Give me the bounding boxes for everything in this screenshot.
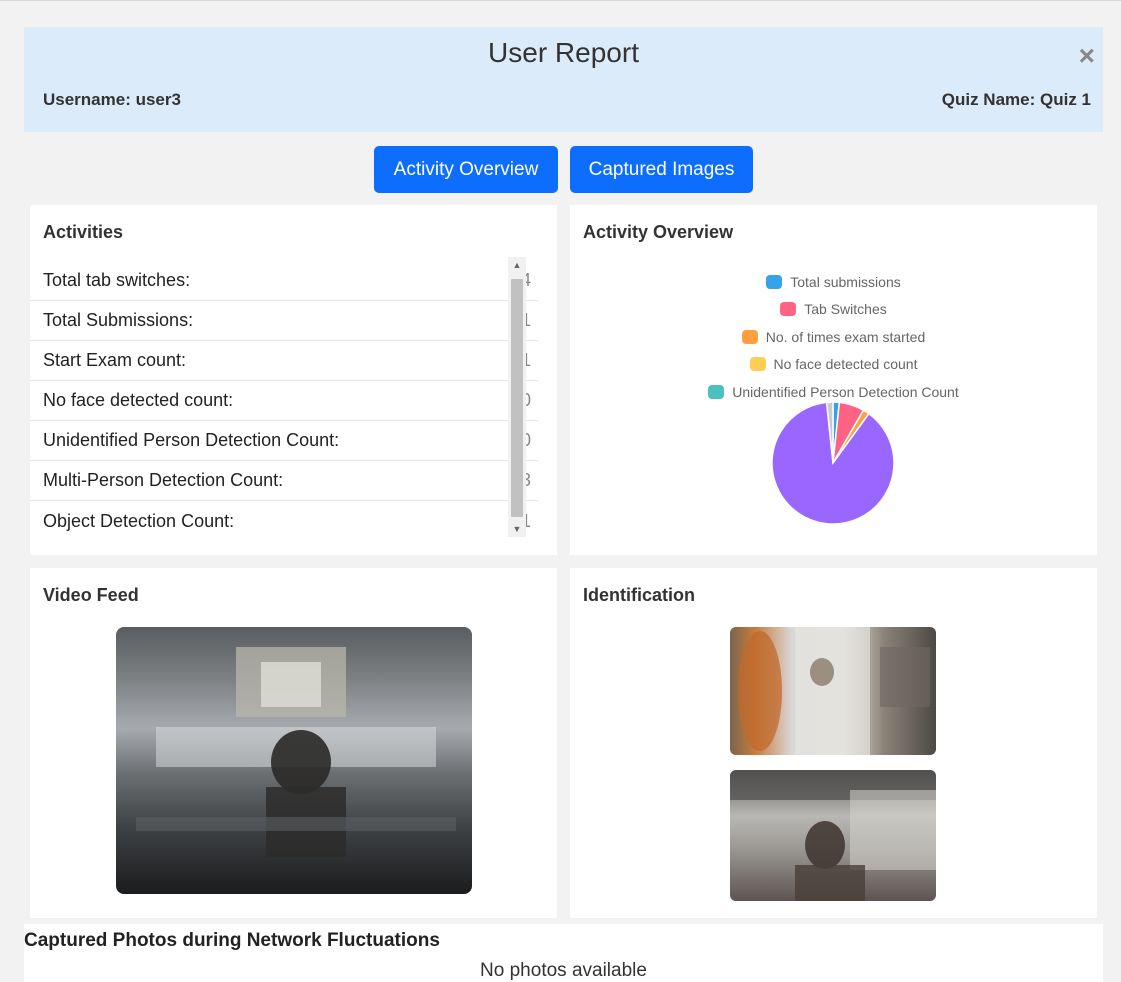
legend-item[interactable]: No face detected count bbox=[570, 351, 1097, 379]
legend-item[interactable]: No. of times exam started bbox=[570, 323, 1097, 351]
activity-overview-title: Activity Overview bbox=[583, 222, 734, 242]
chart-legend: Total submissions Tab Switches No. of time… bbox=[570, 268, 1097, 406]
activity-label: Total tab switches: bbox=[43, 270, 191, 290]
identification-image bbox=[730, 770, 936, 901]
activity-label: No face detected count: bbox=[43, 390, 234, 410]
no-photos-message: No photos available bbox=[480, 960, 647, 981]
activities-scrollbar[interactable]: ▲ ▼ bbox=[508, 257, 526, 537]
activity-label: Start Exam count: bbox=[43, 350, 187, 370]
legend-label: No. of times exam started bbox=[765, 328, 926, 345]
page-title: User Report bbox=[488, 37, 639, 68]
captured-photos-section: Captured Photos during Network Fluctuati… bbox=[24, 924, 1103, 982]
activity-label: Unidentified Person Detection Count: bbox=[43, 430, 340, 450]
activities-card: Activities Total tab switches:4Total Sub… bbox=[30, 205, 557, 555]
close-icon[interactable]: × bbox=[1079, 41, 1095, 71]
activity-label: Total Submissions: bbox=[43, 310, 194, 330]
scrollbar-thumb[interactable] bbox=[511, 279, 523, 517]
legend-label: Total submissions bbox=[790, 273, 901, 290]
identification-card: Identification bbox=[570, 568, 1097, 918]
scroll-down-arrow-icon[interactable]: ▼ bbox=[508, 521, 526, 537]
activity-row: Total tab switches:4 bbox=[30, 261, 538, 301]
activity-label: Object Detection Count: bbox=[43, 510, 235, 531]
legend-swatch bbox=[708, 384, 725, 399]
legend-swatch bbox=[749, 357, 766, 372]
video-feed-image bbox=[116, 627, 472, 894]
legend-label: No face detected count bbox=[773, 356, 918, 373]
activity-overview-card: Activity Overview Total submissions Tab S… bbox=[570, 205, 1097, 555]
username-label: Username: user3 bbox=[43, 90, 181, 109]
identification-image bbox=[730, 627, 936, 755]
legend-item[interactable]: Tab Switches bbox=[570, 296, 1097, 324]
activity-row: No face detected count:0 bbox=[30, 381, 538, 421]
activity-row: Total Submissions:1 bbox=[30, 301, 538, 341]
activity-row: Multi-Person Detection Count:53 bbox=[30, 461, 538, 501]
legend-swatch bbox=[766, 274, 783, 289]
activity-overview-button[interactable]: Activity Overview bbox=[374, 146, 558, 193]
activity-pie-chart bbox=[771, 401, 895, 525]
activities-title: Activities bbox=[43, 222, 124, 242]
activity-label: Multi-Person Detection Count: bbox=[43, 470, 284, 490]
quiz-name-label: Quiz Name: Quiz 1 bbox=[941, 90, 1091, 109]
activity-row: Object Detection Count:1 bbox=[30, 501, 538, 541]
video-feed-card: Video Feed bbox=[30, 568, 557, 918]
identification-title: Identification bbox=[583, 585, 695, 605]
captured-photos-title: Captured Photos during Network Fluctuati… bbox=[24, 930, 440, 951]
video-feed-title: Video Feed bbox=[43, 585, 139, 605]
legend-label: Tab Switches bbox=[804, 301, 887, 318]
activity-row: Start Exam count:1 bbox=[30, 341, 538, 381]
report-header: User Report × Username: user3 Quiz Name:… bbox=[24, 27, 1103, 132]
legend-item[interactable]: Total submissions bbox=[570, 268, 1097, 296]
activities-list[interactable]: Total tab switches:4Total Submissions:1S… bbox=[30, 261, 538, 543]
activity-row: Unidentified Person Detection Count:0 bbox=[30, 421, 538, 461]
legend-swatch bbox=[741, 329, 758, 344]
legend-swatch bbox=[780, 302, 797, 317]
scroll-up-arrow-icon[interactable]: ▲ bbox=[508, 257, 526, 273]
captured-images-button[interactable]: Captured Images bbox=[570, 146, 753, 193]
